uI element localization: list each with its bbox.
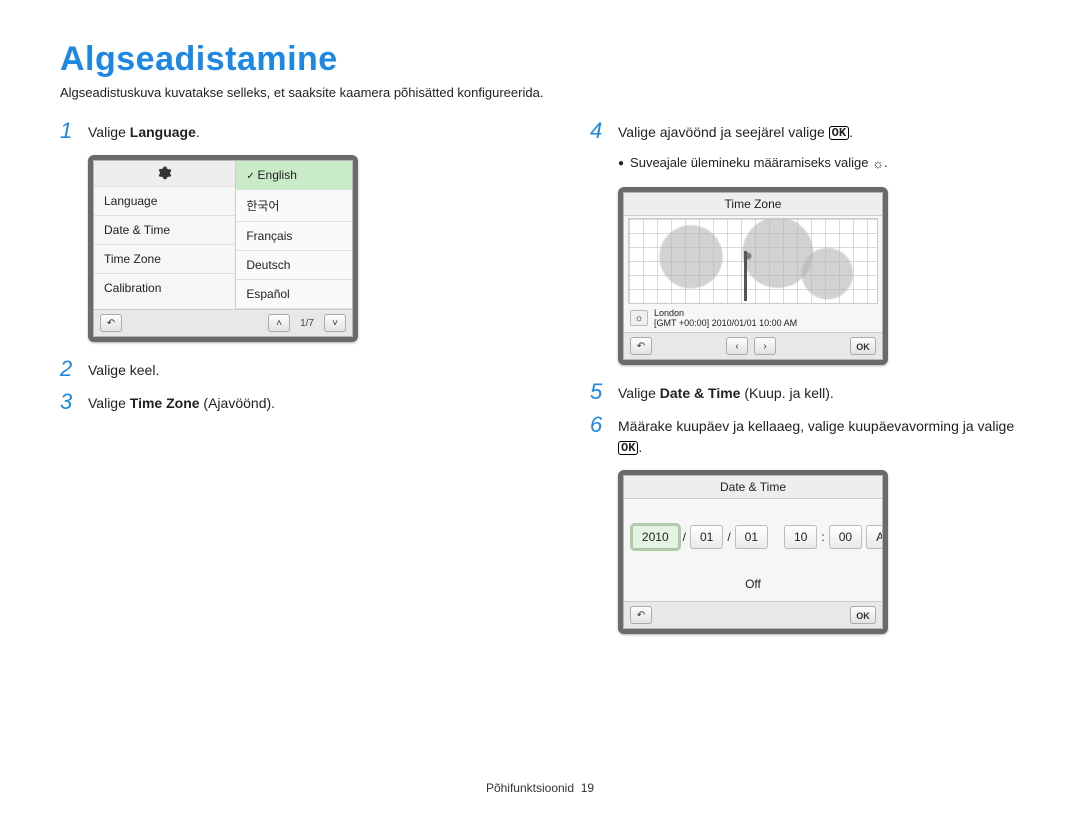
datetime-title: Date & Time: [624, 476, 882, 499]
step-1: 1 Valige Language.: [60, 122, 490, 143]
menu-item-date-time[interactable]: Date & Time: [94, 216, 235, 245]
timezone-screen: Time Zone ☼ London [GMT +00:00] 2010/01/…: [618, 187, 888, 365]
language-toolbar: ↶ ˄ 1/7 ˅: [94, 309, 352, 336]
language-option-spanish[interactable]: Español: [236, 280, 352, 309]
step-2: 2 Valige keel.: [60, 360, 490, 381]
step1-prefix: Valige: [88, 124, 130, 140]
ok-icon: OK: [829, 126, 849, 140]
step-number: 1: [60, 120, 78, 142]
timezone-detail: [GMT +00:00] 2010/01/01 10:00 AM: [654, 318, 797, 328]
hour-field[interactable]: 10: [784, 525, 817, 549]
gear-icon: [158, 166, 172, 181]
back-button[interactable]: ↶: [100, 314, 122, 332]
separator: :: [821, 530, 824, 544]
ampm-field[interactable]: AM: [866, 525, 883, 549]
step-number: 3: [60, 391, 78, 413]
page-footer: Põhifunktsioonid 19: [0, 781, 1080, 795]
value-down-button[interactable]: ˅: [623, 551, 624, 569]
step-number: 4: [590, 120, 608, 142]
prev-button[interactable]: ‹: [726, 337, 748, 355]
separator: /: [683, 530, 686, 544]
language-options: English 한국어 Français Deutsch Español: [236, 161, 352, 309]
ok-icon: OK: [618, 441, 638, 455]
next-button[interactable]: ›: [754, 337, 776, 355]
note4-prefix: Suveajale ülemineku määramiseks valige: [630, 155, 872, 170]
step-4: 4 Valige ajavöönd ja seejärel valige OK.: [590, 122, 1020, 143]
ok-button[interactable]: OK: [850, 337, 876, 355]
dst-toggle[interactable]: ☼: [630, 310, 648, 326]
datetime-toolbar: ↶ OK: [624, 601, 882, 628]
footer-section: Põhifunktsioonid: [486, 781, 574, 795]
page-down-button[interactable]: ˅: [324, 314, 346, 332]
menu-item-calibration[interactable]: Calibration: [94, 274, 235, 302]
separator: /: [727, 530, 730, 544]
datetime-screen: Date & Time ˄ ˅ 2010 / 01 / 01: [618, 470, 888, 634]
language-option-german[interactable]: Deutsch: [236, 251, 352, 280]
language-option-french[interactable]: Français: [236, 222, 352, 251]
year-field[interactable]: 2010: [632, 525, 679, 549]
step6-suffix: .: [638, 439, 642, 455]
step3-suffix: (Ajavöönd).: [200, 395, 275, 411]
day-field[interactable]: 01: [735, 525, 768, 549]
step4-suffix: .: [849, 124, 853, 140]
step5-prefix: Valige: [618, 385, 660, 401]
step-number: 2: [60, 358, 78, 380]
timezone-info: ☼ London [GMT +00:00] 2010/01/01 10:00 A…: [624, 306, 882, 332]
settings-header: [94, 161, 235, 187]
step-5: 5 Valige Date & Time (Kuup. ja kell).: [590, 383, 1020, 404]
step1-bold: Language: [130, 124, 196, 140]
step1-suffix: .: [196, 124, 200, 140]
pager-label: 1/7: [296, 318, 318, 329]
menu-item-time-zone[interactable]: Time Zone: [94, 245, 235, 274]
step-number: 6: [590, 414, 608, 436]
step-4-note: ● Suveajale ülemineku määramiseks valige…: [618, 155, 1020, 173]
value-up-button[interactable]: ˄: [623, 505, 624, 523]
timezone-toolbar: ↶ ‹ › OK: [624, 332, 882, 359]
step3-bold: Time Zone: [130, 395, 200, 411]
timezone-marker: [744, 251, 747, 301]
step5-suffix: (Kuup. ja kell).: [740, 385, 833, 401]
step-number: 5: [590, 381, 608, 403]
intro-text: Algseadistuskuva kuvatakse selleks, et s…: [60, 85, 1020, 100]
step-3: 3 Valige Time Zone (Ajavöönd).: [60, 393, 490, 414]
bullet-icon: ●: [618, 155, 624, 173]
step3-prefix: Valige: [88, 395, 130, 411]
page-up-button[interactable]: ˄: [268, 314, 290, 332]
ok-button[interactable]: OK: [850, 606, 876, 624]
step5-bold: Date & Time: [660, 385, 741, 401]
step4-prefix: Valige ajavöönd ja seejärel valige: [618, 124, 829, 140]
page-title: Algseadistamine: [60, 40, 1020, 79]
back-button[interactable]: ↶: [630, 337, 652, 355]
month-field[interactable]: 01: [690, 525, 723, 549]
step2-text: Valige keel.: [88, 360, 490, 381]
settings-menu: Language Date & Time Time Zone Calibrati…: [94, 161, 236, 309]
back-button[interactable]: ↶: [630, 606, 652, 624]
footer-page-number: 19: [581, 781, 594, 795]
language-option-english[interactable]: English: [236, 161, 352, 190]
note4-suffix: .: [884, 155, 888, 170]
date-format-field[interactable]: Off: [624, 571, 882, 601]
minute-field[interactable]: 00: [829, 525, 862, 549]
step6-line: Määrake kuupäev ja kellaaeg, valige kuup…: [618, 418, 1014, 434]
timezone-city: London: [654, 308, 797, 318]
dst-icon: ☼: [872, 156, 884, 171]
step-6: 6 Määrake kuupäev ja kellaaeg, valige ku…: [590, 416, 1020, 458]
menu-item-language[interactable]: Language: [94, 187, 235, 216]
world-map[interactable]: [628, 218, 878, 304]
language-screen: Language Date & Time Time Zone Calibrati…: [88, 155, 358, 342]
timezone-title: Time Zone: [624, 193, 882, 216]
language-option-korean[interactable]: 한국어: [236, 190, 352, 222]
